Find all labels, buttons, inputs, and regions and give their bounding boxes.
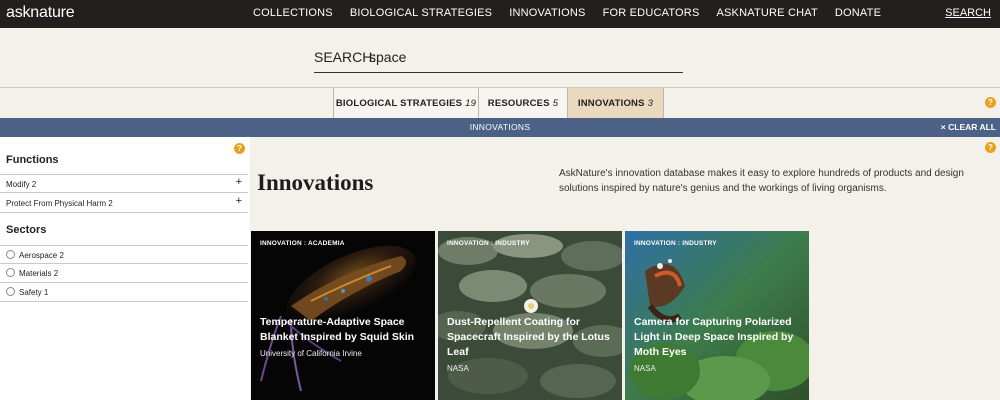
innovation-card[interactable]: INNOVATION : INDUSTRY Dust-Repellent Coa… xyxy=(438,231,622,400)
card-organization: NASA xyxy=(447,364,469,373)
tab-count: 19 xyxy=(465,97,477,109)
filter-bar-title: INNOVATIONS xyxy=(469,122,531,132)
card-organization: University of California Irvine xyxy=(260,349,362,358)
asknature-logo[interactable]: asknature xyxy=(6,4,75,22)
tab-label: RESOURCES xyxy=(487,97,550,109)
tab-biological-strategies[interactable]: BIOLOGICAL STRATEGIES 19 xyxy=(333,88,479,119)
top-nav: asknature COLLECTIONS BIOLOGICAL STRATEG… xyxy=(0,0,1000,28)
card-category: INNOVATION : ACADEMIA xyxy=(260,240,345,247)
innovation-card[interactable]: INNOVATION : INDUSTRY Camera for Capturi… xyxy=(625,231,809,400)
tab-innovations[interactable]: INNOVATIONS 3 xyxy=(567,88,664,119)
card-category: INNOVATION : INDUSTRY xyxy=(447,240,530,247)
card-category: INNOVATION : INDUSTRY xyxy=(634,240,717,247)
nav-link-for-educators[interactable]: FOR EDUCATORS xyxy=(603,7,700,19)
plus-icon[interactable]: + xyxy=(236,195,242,207)
nav-link-collections[interactable]: COLLECTIONS xyxy=(253,7,333,19)
filter-label: Protect From Physical Harm 2 xyxy=(6,199,113,208)
functions-heading: Functions xyxy=(6,154,59,166)
sector-filter-aerospace[interactable]: Aerospace 2 xyxy=(0,245,248,264)
search-label: SEARCH: xyxy=(314,49,377,65)
filter-label: Aerospace 2 xyxy=(19,251,64,260)
filter-label: Safety 1 xyxy=(19,288,49,297)
help-icon[interactable]: ? xyxy=(234,143,245,154)
filter-label: Materials 2 xyxy=(19,269,59,278)
card-title[interactable]: Camera for Capturing Polarized Light in … xyxy=(634,315,804,360)
sector-filter-safety[interactable]: Safety 1 xyxy=(0,283,248,302)
search-input[interactable]: space xyxy=(369,49,406,65)
clear-all-button[interactable]: × CLEAR ALL xyxy=(941,122,996,132)
radio-button[interactable] xyxy=(6,250,15,259)
page-title: Innovations xyxy=(257,170,374,195)
card-organization: NASA xyxy=(634,364,656,373)
sectors-heading: Sectors xyxy=(6,224,47,236)
nav-link-biological-strategies[interactable]: BIOLOGICAL STRATEGIES xyxy=(350,7,492,19)
main-nav-links: COLLECTIONS BIOLOGICAL STRATEGIES INNOVA… xyxy=(253,7,898,19)
nav-link-innovations[interactable]: INNOVATIONS xyxy=(509,7,585,19)
page-description: AskNature's innovation database makes it… xyxy=(559,168,964,194)
radio-button[interactable] xyxy=(6,268,15,277)
tab-label: INNOVATIONS xyxy=(577,97,645,109)
filter-sidebar: ? Functions Modify 2 + Protect From Phys… xyxy=(0,137,250,400)
innovation-card[interactable]: INNOVATION : ACADEMIA Temperature-Adapti… xyxy=(251,231,435,400)
sector-filter-materials[interactable]: Materials 2 xyxy=(0,264,248,283)
search-bar[interactable]: SEARCH: space xyxy=(314,46,683,73)
close-icon: × xyxy=(940,122,946,132)
tab-count: 3 xyxy=(647,97,654,109)
result-tabs: BIOLOGICAL STRATEGIES 19 RESOURCES 5 INN… xyxy=(0,87,1000,119)
help-icon[interactable]: ? xyxy=(985,97,996,108)
tab-label: BIOLOGICAL STRATEGIES xyxy=(335,97,463,109)
card-title[interactable]: Dust-Repellent Coating for Spacecraft In… xyxy=(447,315,617,360)
plus-icon[interactable]: + xyxy=(236,176,242,188)
filter-label: Modify 2 xyxy=(6,180,37,189)
help-icon[interactable]: ? xyxy=(985,142,996,153)
tab-count: 5 xyxy=(552,97,559,109)
radio-button[interactable] xyxy=(6,287,15,296)
clear-all-label: CLEAR ALL xyxy=(948,122,996,132)
function-filter-modify[interactable]: Modify 2 + xyxy=(0,174,248,193)
tab-resources[interactable]: RESOURCES 5 xyxy=(478,88,568,119)
active-filter-bar: INNOVATIONS × CLEAR ALL xyxy=(0,118,1000,137)
nav-search-link[interactable]: SEARCH xyxy=(945,7,991,19)
nav-link-donate[interactable]: DONATE xyxy=(835,7,881,19)
function-filter-protect[interactable]: Protect From Physical Harm 2 + xyxy=(0,194,248,213)
card-title[interactable]: Temperature-Adaptive Space Blanket Inspi… xyxy=(260,315,430,345)
nav-link-asknature-chat[interactable]: ASKNATURE CHAT xyxy=(716,7,817,19)
